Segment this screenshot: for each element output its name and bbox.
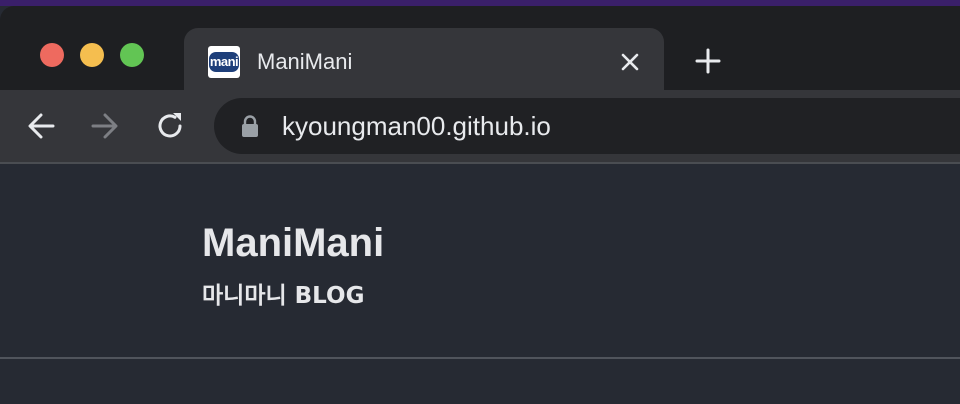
plus-icon[interactable] <box>694 47 722 75</box>
url-text[interactable]: kyoungman00.github.io <box>282 111 551 141</box>
browser-toolbar: kyoungman00.github.io <box>0 90 960 164</box>
tab-title: ManiMani <box>257 49 353 74</box>
window-close-button[interactable] <box>40 43 64 67</box>
lock-icon[interactable] <box>240 114 260 138</box>
browser-window: mani ManiMani kyoungman00.github.io Mani… <box>0 0 960 404</box>
address-bar[interactable]: kyoungman00.github.io <box>214 98 960 154</box>
site-subtitle: 마니마니 BLOG <box>202 283 365 309</box>
favicon-icon: mani <box>208 46 240 78</box>
site-title[interactable]: ManiMani <box>202 220 384 266</box>
window-maximize-button[interactable] <box>120 43 144 67</box>
window-minimize-button[interactable] <box>80 43 104 67</box>
tab-strip: mani ManiMani <box>0 6 960 96</box>
favicon-label: mani <box>209 52 239 72</box>
page-content: ManiMani 마니마니 BLOG <box>0 164 960 404</box>
close-icon[interactable] <box>618 50 642 74</box>
arrow-right-icon[interactable] <box>88 110 120 142</box>
arrow-left-icon[interactable] <box>26 110 58 142</box>
header-divider <box>0 357 960 359</box>
tab-active[interactable]: mani ManiMani <box>184 28 664 96</box>
reload-icon[interactable] <box>154 110 186 142</box>
